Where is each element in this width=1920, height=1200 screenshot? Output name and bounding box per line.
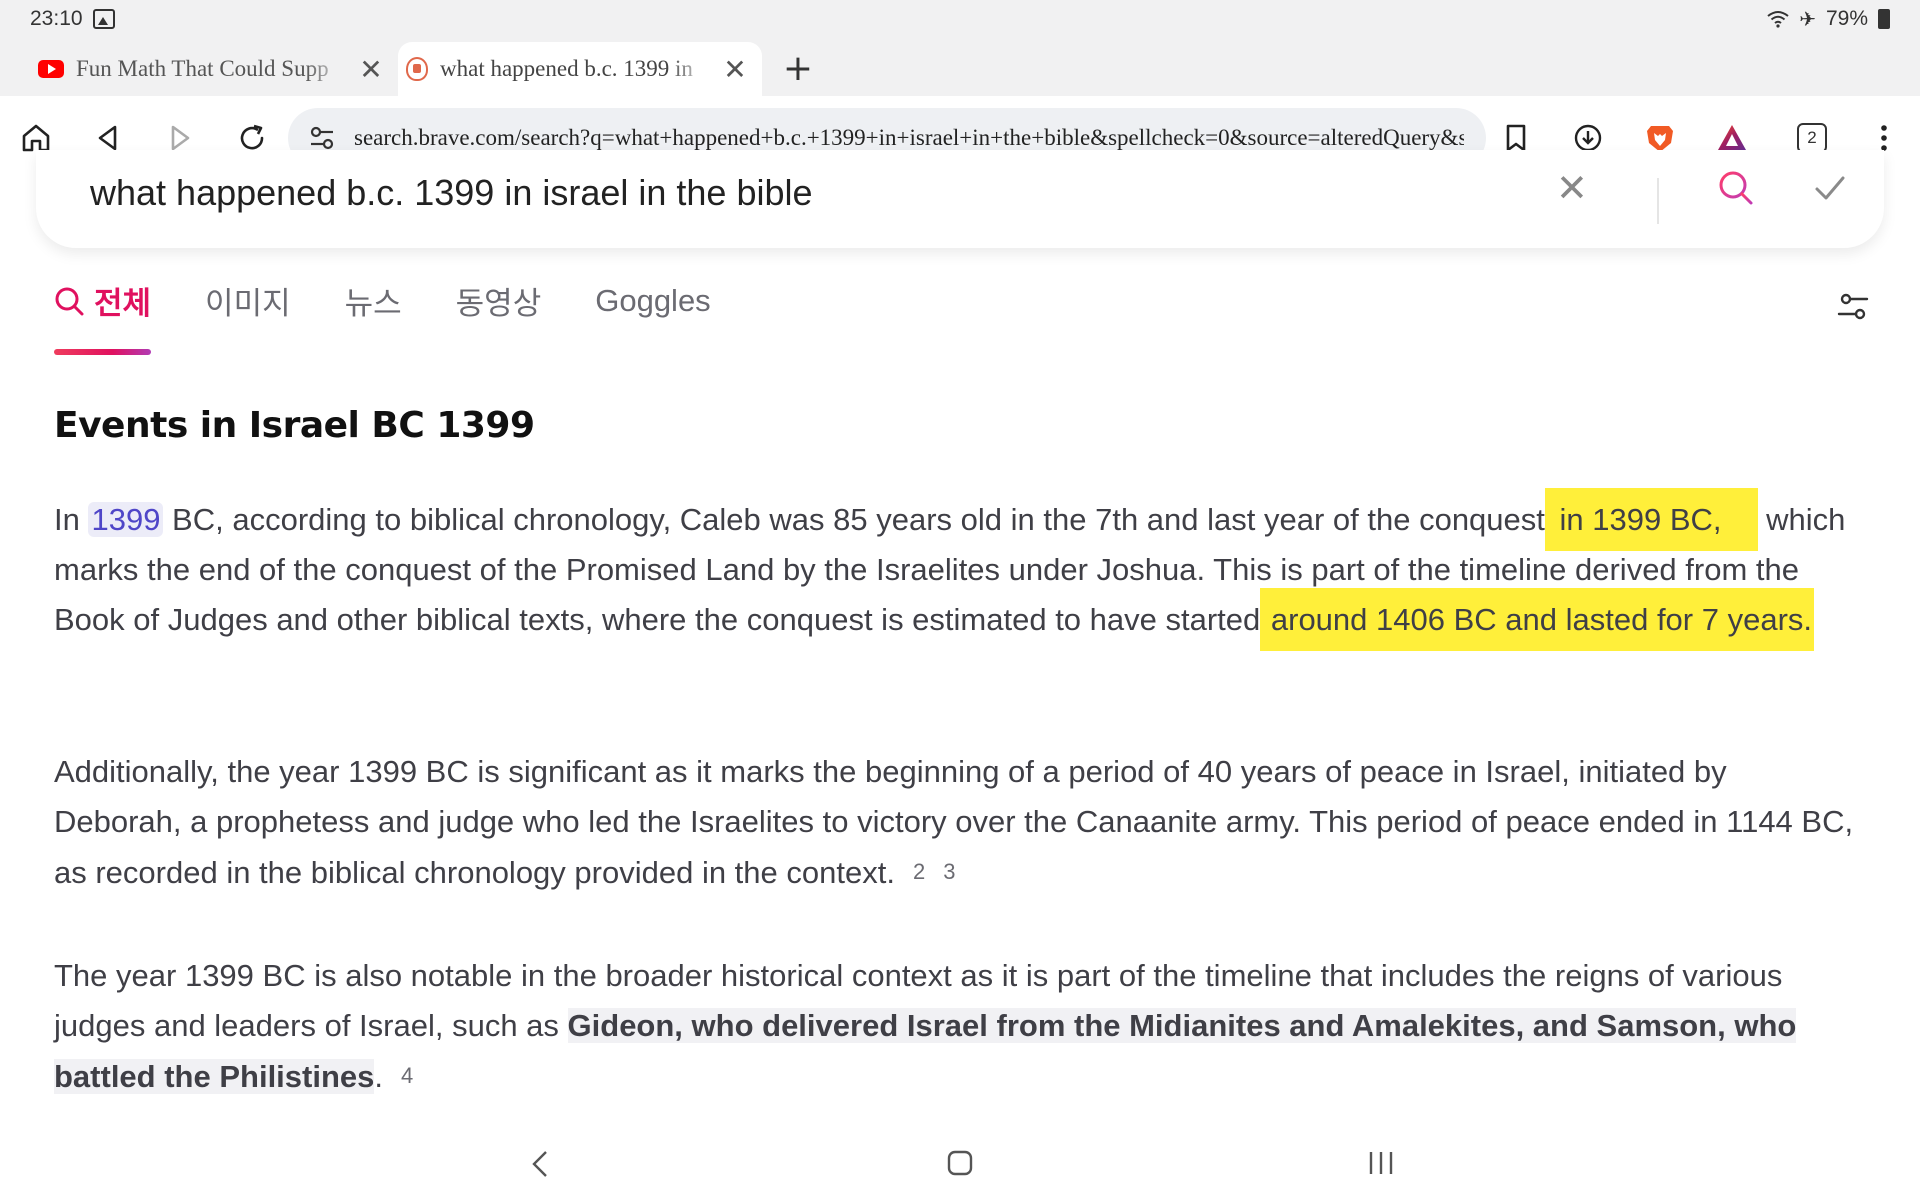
url-text[interactable]: search.brave.com/search?q=what+happened+…: [354, 125, 1464, 151]
tab-videos[interactable]: 동영상: [456, 278, 542, 323]
search-input[interactable]: what happened b.c. 1399 in israel in the…: [90, 172, 813, 214]
citation-link[interactable]: 4: [401, 1063, 413, 1088]
tab-news-label: 뉴스: [344, 286, 402, 322]
tab-images[interactable]: 이미지: [205, 278, 291, 323]
close-tab-icon[interactable]: ✕: [722, 53, 748, 86]
search-divider: [1657, 178, 1659, 224]
tab-title: what happened b.c. 1399 in: [440, 56, 693, 81]
brave-icon: [406, 57, 428, 81]
tab-news[interactable]: 뉴스: [345, 278, 402, 323]
tab-strip: Fun Math That Could Supp ✕ what happened…: [0, 38, 1920, 96]
tab-count: 2: [1797, 123, 1827, 153]
text-highlight: around 1406 BC and lasted for 7 years.: [1260, 588, 1815, 651]
tab-all-label: 전체: [94, 286, 152, 322]
text-highlight: in 1399 BC,: [1544, 488, 1758, 551]
text-span: .: [374, 1059, 384, 1094]
filter-settings-icon[interactable]: [1836, 290, 1870, 324]
result-type-tabs: 전체 이미지 뉴스 동영상 Goggles: [54, 278, 711, 355]
answer-heading: Events in Israel BC 1399: [54, 405, 535, 446]
battery-icon: [1878, 9, 1890, 29]
gallery-notification-icon: [92, 9, 115, 29]
browser-tab-brave-search[interactable]: what happened b.c. 1399 in ✕: [398, 42, 762, 96]
tab-videos-label: 동영상: [455, 286, 542, 322]
ai-answer: Events in Israel BC 1399 In 1399 BC, acc…: [54, 405, 1854, 1094]
text-span: In: [54, 502, 89, 537]
tab-images-label: 이미지: [205, 286, 291, 322]
tab-all[interactable]: 전체: [54, 278, 152, 355]
tab-goggles[interactable]: Goggles: [595, 283, 710, 319]
tab-goggles-label: Goggles: [595, 282, 711, 318]
nav-recents-icon[interactable]: [1366, 1148, 1396, 1178]
status-time: 23:10: [30, 7, 83, 30]
clear-search-icon[interactable]: ✕: [1556, 166, 1588, 210]
answer-paragraph-3: The year 1399 BC is also notable in the …: [54, 951, 1854, 1102]
search-icon: [55, 287, 84, 315]
inline-link-1399[interactable]: 1399: [88, 502, 164, 537]
new-tab-button[interactable]: +: [778, 42, 818, 96]
answer-paragraph-1: In 1399 BC, according to biblical chrono…: [54, 488, 1854, 651]
nav-back-icon[interactable]: [528, 1148, 552, 1180]
youtube-icon: [38, 60, 64, 78]
answer-paragraph-2: Additionally, the year 1399 BC is signif…: [54, 747, 1854, 898]
wifi-icon: [1767, 11, 1789, 28]
citation-link[interactable]: 3: [943, 859, 955, 884]
browser-tab-youtube[interactable]: Fun Math That Could Supp ✕: [30, 42, 398, 96]
tab-title: Fun Math That Could Supp: [76, 56, 329, 81]
site-settings-icon[interactable]: [308, 124, 336, 152]
nav-home-icon[interactable]: [946, 1148, 974, 1178]
text-span: BC, according to biblical chronology, Ca…: [163, 502, 1545, 537]
search-box[interactable]: what happened b.c. 1399 in israel in the…: [36, 150, 1884, 248]
submit-check-icon[interactable]: [1810, 168, 1850, 208]
status-bar: 23:10 ✈ 79%: [0, 0, 1920, 38]
close-tab-icon[interactable]: ✕: [358, 53, 384, 86]
battery-level: 79%: [1825, 7, 1868, 30]
citation-link[interactable]: 2: [913, 859, 925, 884]
airplane-mode-icon: ✈: [1799, 7, 1816, 31]
search-icon[interactable]: [1716, 168, 1756, 208]
